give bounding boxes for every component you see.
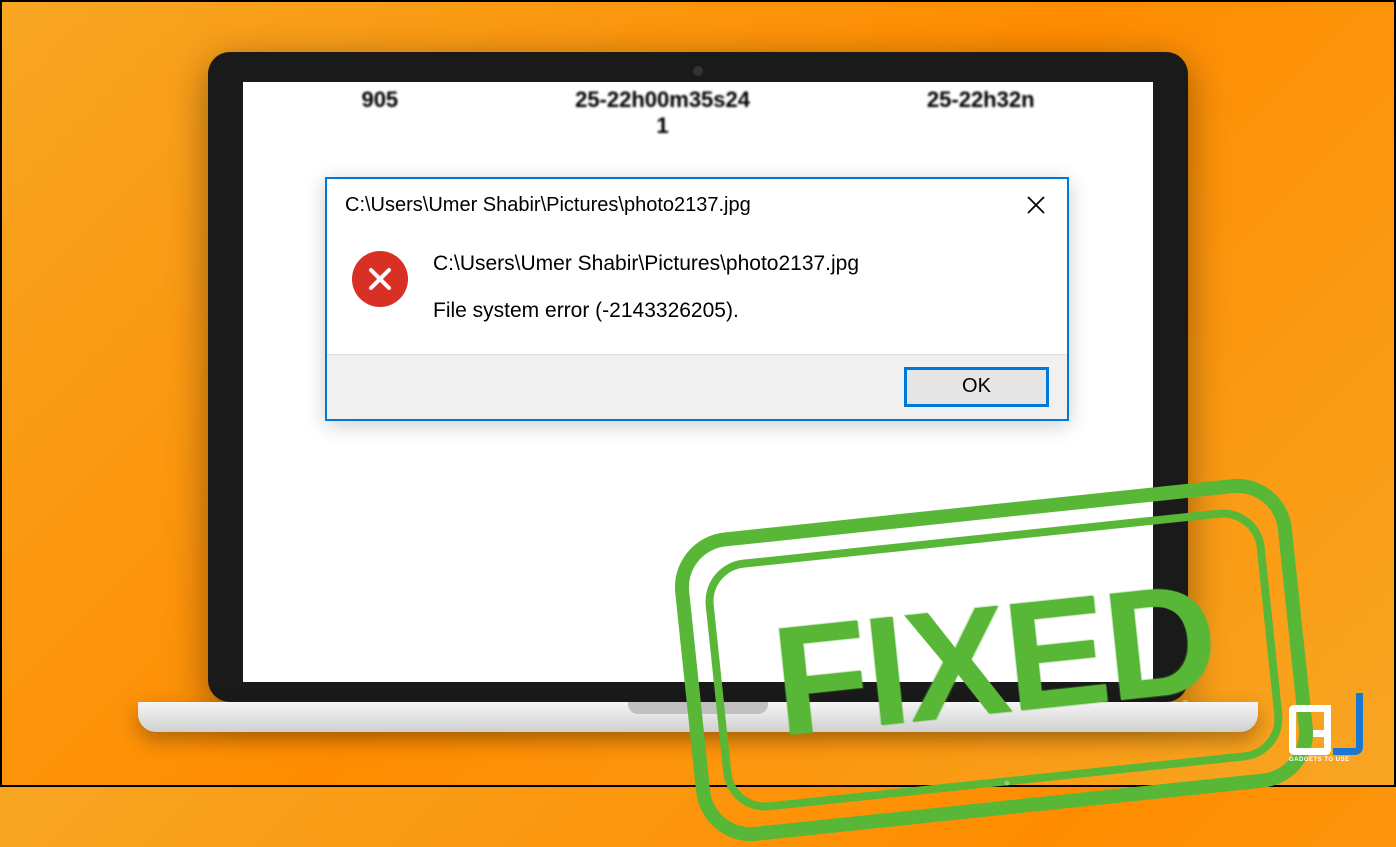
fixed-stamp: FIXED	[669, 473, 1318, 846]
error-code-text: File system error (-2143326205).	[433, 296, 859, 325]
dialog-footer: OK	[327, 354, 1067, 419]
error-icon	[352, 251, 408, 307]
error-dialog: C:\Users\Umer Shabir\Pictures\photo2137.…	[325, 177, 1069, 421]
dialog-message: C:\Users\Umer Shabir\Pictures\photo2137.…	[433, 249, 859, 326]
close-button[interactable]	[1020, 189, 1052, 221]
dialog-body: C:\Users\Umer Shabir\Pictures\photo2137.…	[327, 229, 1067, 354]
file-item: 25-22h32n	[927, 87, 1035, 140]
dialog-titlebar[interactable]: C:\Users\Umer Shabir\Pictures\photo2137.…	[327, 179, 1067, 229]
background-file-listing: 905 25-22h00m35s24 1 25-22h32n	[243, 82, 1153, 145]
brand-logo: GADGETS TO USE	[1289, 700, 1379, 770]
dialog-title: C:\Users\Umer Shabir\Pictures\photo2137.…	[345, 194, 751, 217]
ok-button[interactable]: OK	[904, 367, 1049, 407]
stamp-text: FIXED	[765, 548, 1223, 771]
logo-j-letter	[1333, 700, 1363, 755]
file-item: 905	[361, 87, 398, 140]
error-file-path: C:\Users\Umer Shabir\Pictures\photo2137.…	[433, 249, 859, 278]
logo-g-letter	[1289, 705, 1331, 755]
file-item: 25-22h00m35s24 1	[575, 87, 750, 140]
close-icon	[1026, 195, 1046, 215]
laptop-camera	[693, 66, 703, 76]
logo-subtitle: GADGETS TO USE	[1289, 757, 1379, 763]
